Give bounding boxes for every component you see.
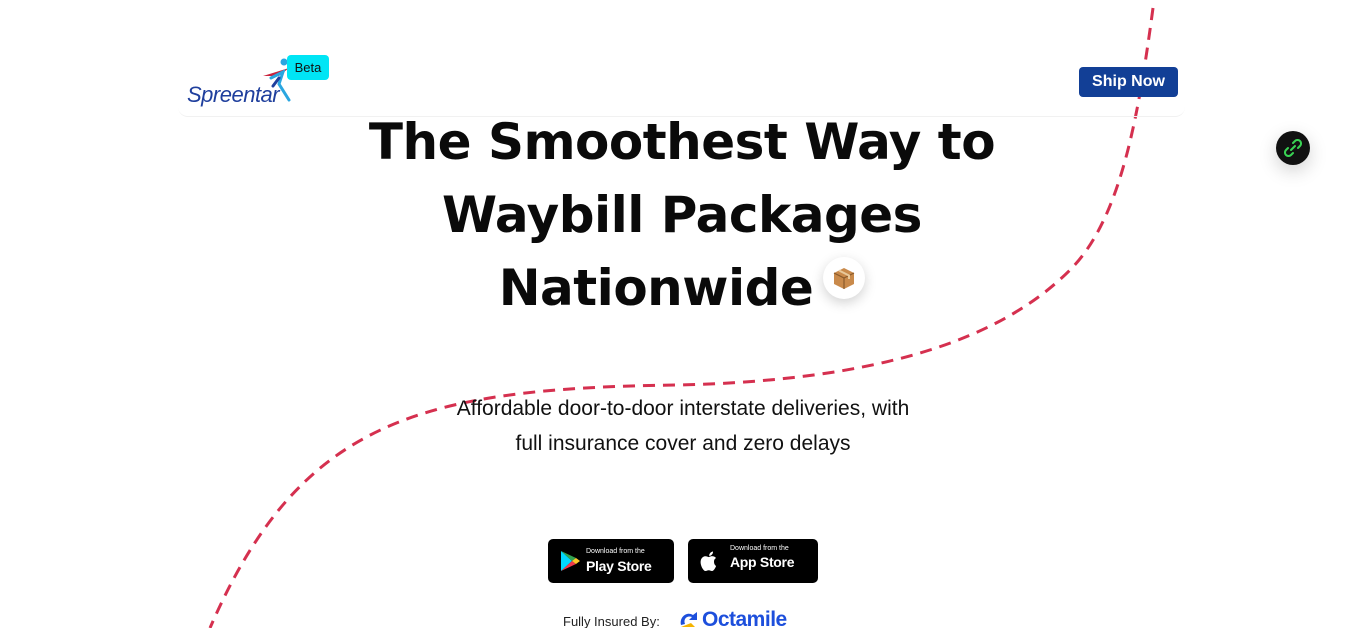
app-store-button[interactable]: Download from the App Store — [688, 539, 818, 583]
landing-page: Spreentar Beta Ship Now The Smoothest Wa… — [0, 0, 1365, 628]
package-icon — [823, 257, 866, 299]
insured-by-label: Fully Insured By: — [563, 614, 660, 628]
hero-title-line-2: Waybill Packages — [442, 186, 922, 244]
hero-subtitle: Affordable door-to-door interstate deliv… — [456, 397, 910, 455]
play-store-caption: Download from the — [586, 548, 645, 555]
octamile-wordmark: Octamile — [702, 608, 787, 628]
google-play-icon — [561, 551, 580, 571]
ship-now-button[interactable]: Ship Now — [1079, 67, 1178, 97]
apple-icon — [700, 551, 717, 572]
octamile-mark-icon — [680, 612, 697, 627]
link-icon — [1284, 139, 1302, 157]
octamile-logo[interactable]: Octamile — [677, 608, 807, 628]
play-store-label: Play Store — [586, 558, 652, 574]
beta-badge: Beta — [287, 55, 329, 80]
app-store-caption: Download from the — [730, 545, 789, 552]
hero-title-line-1: The Smoothest Way to — [368, 113, 996, 171]
app-store-label: App Store — [730, 554, 795, 570]
hero-title-line-3: Nationwide — [498, 259, 814, 317]
spreentar-logo[interactable]: Spreentar — [187, 56, 297, 108]
play-store-button[interactable]: Download from the Play Store — [548, 539, 674, 583]
floating-link-button[interactable] — [1276, 131, 1310, 165]
hero-title: The Smoothest Way to Waybill Packages Na… — [332, 106, 1032, 325]
insurance-partner: Fully Insured By: Octamile — [563, 608, 823, 628]
